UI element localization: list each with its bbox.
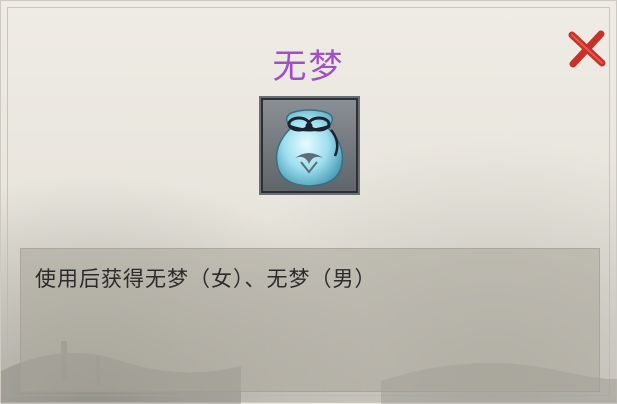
close-button[interactable] bbox=[567, 29, 607, 69]
description-box: 使用后获得无梦（女）、无梦（男） bbox=[20, 248, 600, 392]
item-info-dialog: 无梦 使用后获得无梦（女）、无梦（男） bbox=[0, 0, 617, 404]
item-slot[interactable] bbox=[259, 96, 360, 195]
close-x-icon[interactable] bbox=[567, 29, 607, 69]
item-description: 使用后获得无梦（女）、无梦（男） bbox=[35, 267, 377, 291]
dialog-title: 无梦 bbox=[272, 47, 345, 87]
silk-pouch-icon bbox=[275, 109, 344, 187]
